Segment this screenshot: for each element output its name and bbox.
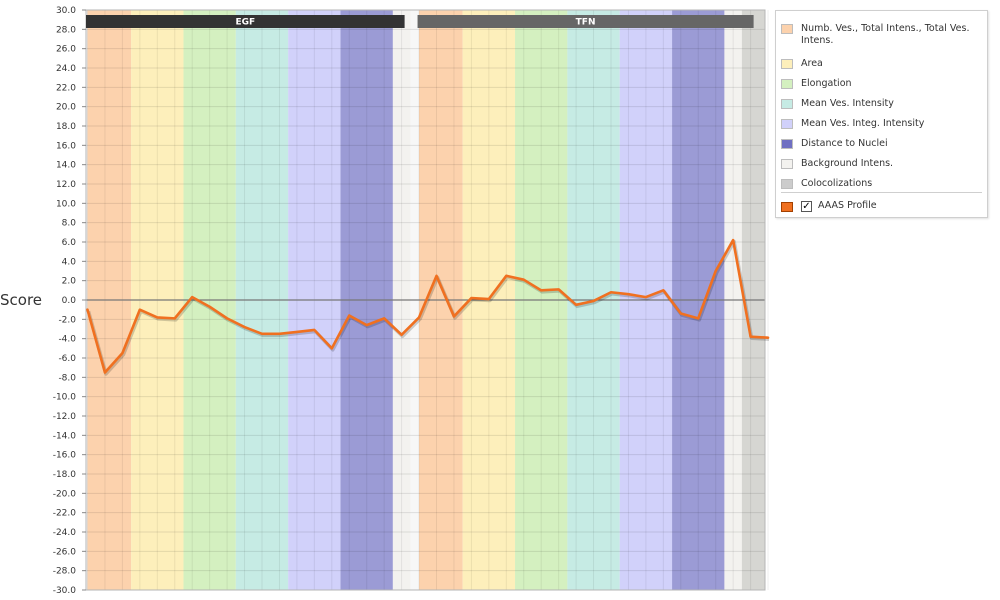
legend-label: Background Intens. [801,158,894,169]
legend-label: Distance to Nuclei [801,138,888,149]
y-tick-label: -16.0 [53,451,77,461]
legend-swatch [781,179,793,189]
legend-label: Colocolizations [801,178,873,189]
legend: Numb. Ves., Total Intens., Total Ves. In… [775,10,988,218]
legend-item[interactable]: Mean Ves. Intensity [781,98,981,110]
legend-label: Mean Ves. Integ. Intensity [801,118,925,129]
y-tick-label: 24.0 [56,64,76,74]
y-tick-label: 28.0 [56,25,76,35]
legend-item[interactable]: Mean Ves. Integ. Intensity [781,118,981,130]
profile-label: AAAS Profile [818,200,877,211]
y-tick-label: 20.0 [56,103,76,113]
y-tick-label: -24.0 [53,528,77,538]
y-tick-label: -22.0 [53,509,77,519]
legend-label: Area [801,58,823,69]
group-label: EGF [235,18,255,28]
legend-swatch [781,24,793,34]
legend-item[interactable]: Distance to Nuclei [781,138,981,150]
profile-swatch [781,201,793,212]
y-axis: 30.0 28.0 26.0 24.0 22.0 20.0 18.0 16.0 14.0 12.0… [53,6,86,596]
legend-item[interactable]: Area [781,58,981,70]
legend-label: Numb. Ves., Total Intens., Total Ves. In… [801,23,970,46]
y-tick-label: -28.0 [53,567,77,577]
y-tick-label: -10.0 [53,393,77,403]
y-tick-label: 18.0 [56,122,76,132]
legend-profile-item[interactable]: ✓ AAAS Profile [781,200,877,212]
y-tick-label: -8.0 [58,373,76,383]
legend-item[interactable]: Background Intens. [781,158,981,170]
y-tick-label: 8.0 [62,219,77,229]
y-tick-label: 6.0 [62,238,77,248]
y-tick-label: 14.0 [56,161,76,171]
y-tick-label: -6.0 [58,354,76,364]
y-tick-label: 4.0 [62,257,77,267]
y-tick-label: -2.0 [58,315,76,325]
y-tick-label: 0.0 [62,296,77,306]
legend-label: Mean Ves. Intensity [801,98,894,109]
y-tick-label: -12.0 [53,412,77,422]
legend-item[interactable]: Elongation [781,78,981,90]
y-tick-label: -18.0 [53,470,77,480]
y-tick-label: 22.0 [56,83,76,93]
y-tick-label: 26.0 [56,45,76,55]
y-tick-label: 10.0 [56,199,76,209]
y-tick-label: -30.0 [53,586,77,596]
legend-label: Elongation [801,78,852,89]
y-tick-label: 12.0 [56,180,76,190]
y-tick-label: 2.0 [62,277,77,287]
legend-swatch [781,99,793,109]
y-axis-label: Score [0,291,42,309]
score-chart: EGF TFN 30.0 28.0 26.0 24.0 22.0 20.0 18.0 16.0 1… [0,6,770,596]
legend-item[interactable]: Numb. Ves., Total Intens., Total Ves. In… [781,23,981,47]
group-header-bars: EGF TFN [86,15,754,28]
legend-swatch [781,159,793,169]
y-tick-label: 30.0 [56,6,76,16]
y-tick-label: -20.0 [53,489,77,499]
y-tick-label: -14.0 [53,431,77,441]
legend-swatch [781,59,793,69]
y-tick-label: -4.0 [58,335,76,345]
legend-swatch [781,79,793,89]
group-label: TFN [576,18,596,28]
legend-swatch [781,139,793,149]
legend-divider [781,192,982,193]
y-tick-label: -26.0 [53,547,77,557]
legend-swatch [781,119,793,129]
profile-checkbox[interactable]: ✓ [801,200,812,212]
y-tick-label: 16.0 [56,141,76,151]
legend-item[interactable]: Colocolizations [781,178,981,190]
